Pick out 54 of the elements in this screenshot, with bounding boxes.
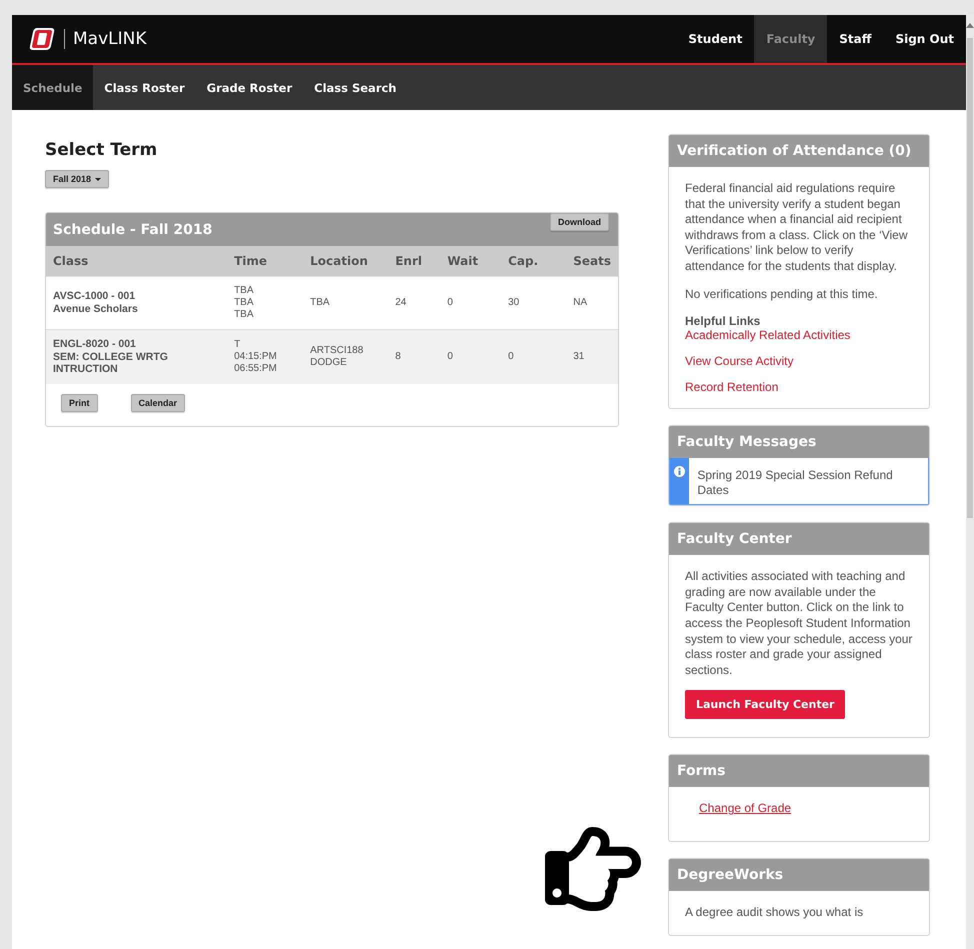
subnav-tab[interactable]: Grade Roster — [196, 65, 304, 110]
column-header: Class — [46, 246, 228, 276]
nav-tab[interactable]: Student — [676, 15, 754, 63]
table-cell: TBA — [303, 276, 388, 330]
term-dropdown[interactable]: Fall 2018 — [45, 170, 110, 188]
panel-title: Forms — [669, 755, 929, 788]
table-cell: 0 — [501, 330, 566, 384]
subnav-tab[interactable]: Schedule — [12, 65, 94, 110]
caret-icon — [95, 178, 102, 180]
panel-title: Faculty Center — [669, 523, 929, 556]
table-cell: 31 — [566, 330, 618, 384]
form-link[interactable]: Change of Grade — [685, 801, 913, 816]
nav-tab[interactable]: Staff — [827, 15, 884, 63]
table-cell: 30 — [501, 276, 566, 330]
table-cell: AVSC-1000 - 001 Avenue Scholars — [46, 276, 228, 330]
column-header: Time — [227, 246, 304, 276]
table-cell: T 04:15:PM 06:55:PM — [227, 330, 304, 384]
table-cell: TBA TBA TBA — [227, 276, 304, 330]
subnav-tab[interactable]: Class Roster — [93, 65, 196, 110]
action-button[interactable]: Print — [61, 394, 98, 412]
column-header: Cap. — [501, 246, 566, 276]
nav-tab[interactable]: Sign Out — [883, 15, 966, 63]
brand-name: MavLINK — [73, 29, 146, 49]
column-header: Wait — [440, 246, 502, 276]
table-cell: 8 — [388, 330, 440, 384]
panel-text: Federal financial aid regulations require that the university verify a student began attendance when a financial aid recipient withdraws from a class. Click on the ‘View Verifications’ link below to verify attendance for the students that display. — [685, 181, 909, 275]
action-button[interactable]: Calendar — [130, 394, 186, 412]
launch-button[interactable]: Launch Faculty Center — [685, 690, 846, 720]
panel-title: Verification of Attendance (0) — [669, 135, 929, 167]
panel-text: No verifications pending at this time. — [685, 286, 879, 302]
table-cell: 0 — [440, 276, 502, 330]
table-cell: 0 — [440, 330, 502, 384]
card-title: Schedule - Fall 2018 — [53, 222, 212, 238]
helpful-link[interactable]: Record Retention — [685, 380, 913, 394]
table-cell: 24 — [388, 276, 440, 330]
helpful-link[interactable]: View Course Activity — [685, 354, 913, 368]
table-cell: ARTSCI188 DODGE — [303, 330, 388, 384]
helpful-link[interactable]: Academically Related Activities — [685, 328, 913, 342]
column-header: Seats — [566, 246, 618, 276]
panel-text: A degree audit shows you what is — [685, 905, 864, 921]
column-header: Enrl — [388, 246, 440, 276]
panel-title: DegreeWorks — [669, 859, 929, 892]
logo-icon — [28, 26, 56, 52]
panel-text: All activities associated with teaching and grading are now available under the Faculty Center button. Click on the link to access the Peoplesoft Student Information system to view your schedule, access your class roster and grade your assigned sections. — [685, 569, 913, 678]
download-button[interactable]: Download — [550, 213, 609, 231]
table-cell: NA — [566, 276, 618, 330]
table-cell: ENGL-8020 - 001 SEM: COLLEGE WRTG INTRUCTION — [46, 330, 228, 384]
section-title: Select Term — [45, 140, 158, 160]
links-heading: Helpful Links — [685, 314, 762, 328]
nav-tab[interactable]: Faculty — [754, 15, 828, 63]
subnav-tab[interactable]: Class Search — [303, 65, 408, 110]
info-icon — [674, 466, 686, 478]
panel-title: Faculty Messages — [669, 426, 929, 458]
column-header: Location — [303, 246, 388, 276]
